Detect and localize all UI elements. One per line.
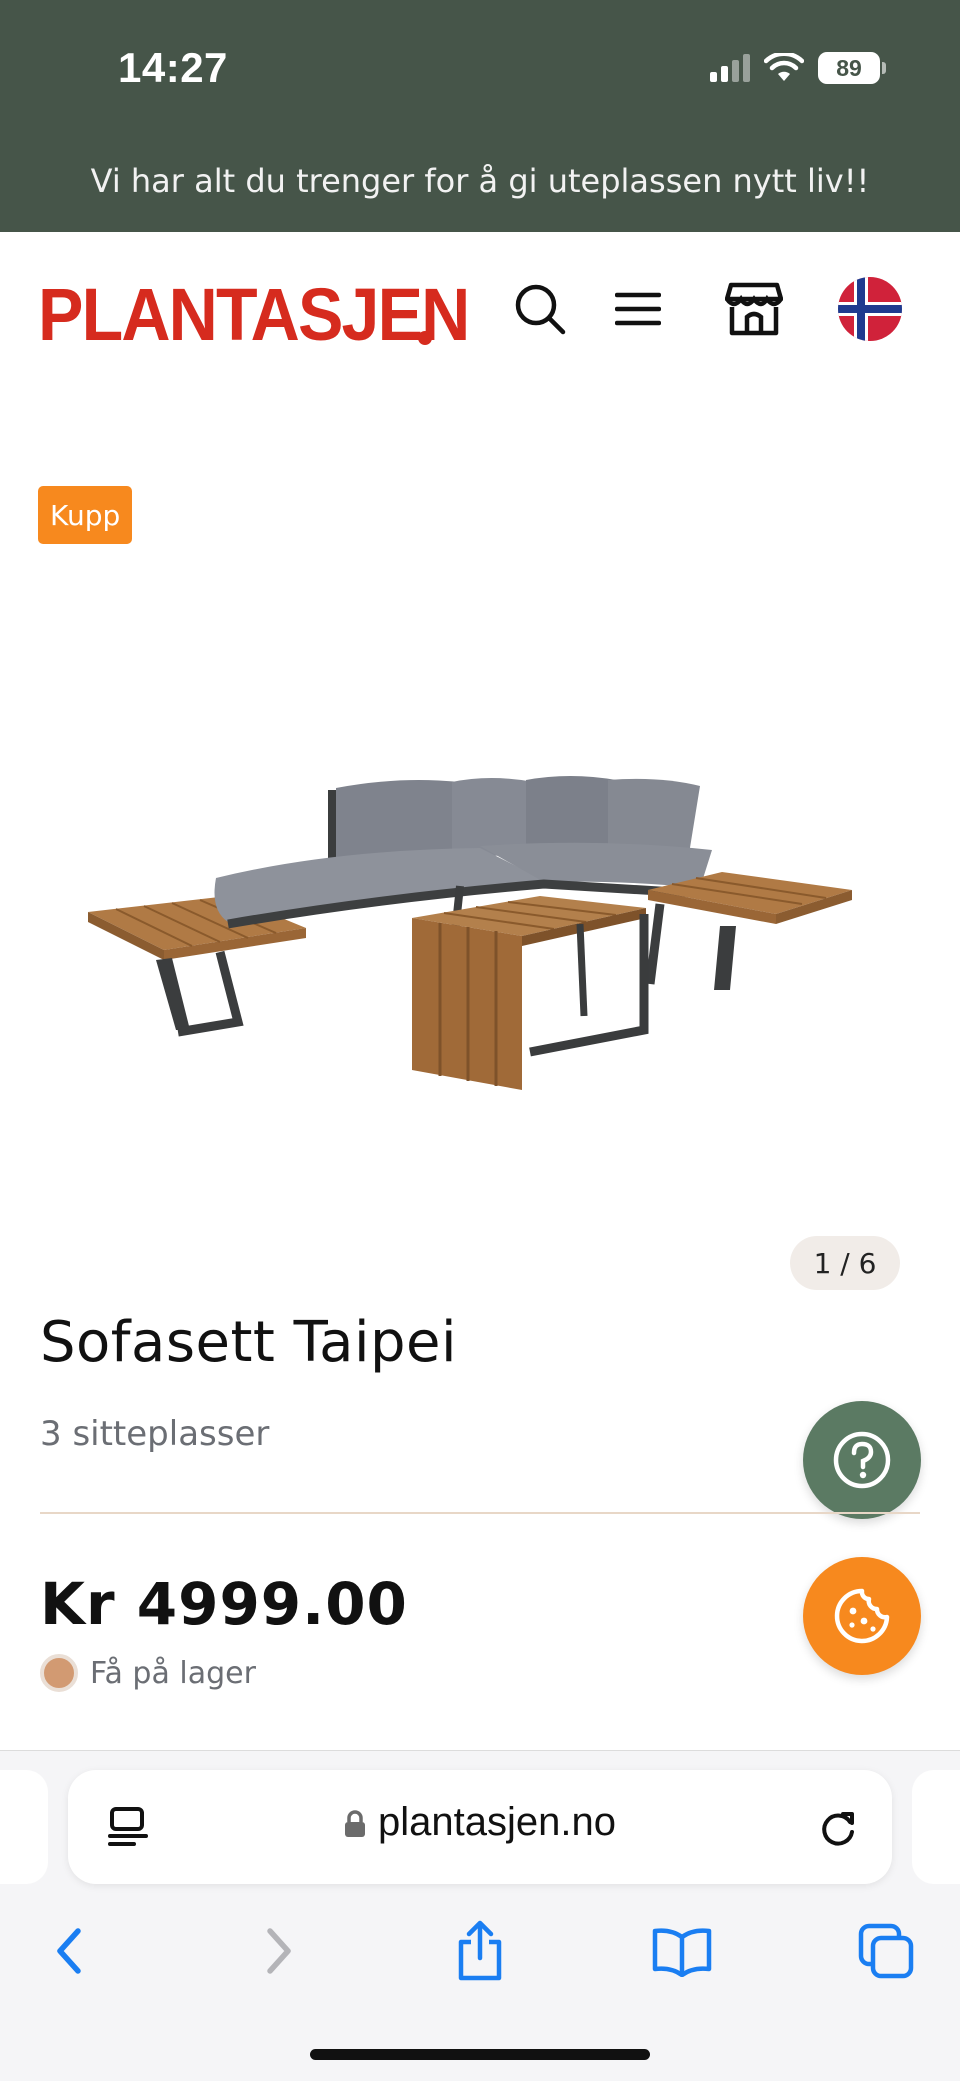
previous-tab-edge[interactable] [0,1770,48,1884]
registered-mark [418,331,432,345]
url-display[interactable]: plantasjen.no [68,1800,892,1845]
site-logo[interactable]: PLANTASJEN [38,272,470,357]
norway-flag-icon[interactable] [838,277,902,341]
browser-chrome: plantasjen.no [0,1750,960,2081]
cookie-settings-button[interactable] [803,1557,921,1675]
top-bar: 14:27 89 Vi har alt du trenger for å gi … [0,0,960,232]
back-icon [57,1928,81,1974]
lock-icon [345,1810,366,1838]
browser-toolbar [0,1901,960,2001]
forward-icon [267,1928,291,1974]
deal-badge: Kupp [38,486,133,544]
bookmarks-button[interactable] [642,1901,722,2001]
search-icon[interactable] [508,277,572,341]
bookmarks-icon [652,1928,712,1977]
home-indicator [310,2049,650,2060]
product-image[interactable] [60,700,860,1100]
status-icons: 89 [710,52,886,84]
address-bar[interactable]: plantasjen.no [68,1770,892,1884]
stock-label: Få på lager [90,1655,256,1691]
product-subtitle: 3 sitteplasser [40,1414,270,1454]
share-button[interactable] [440,1901,520,2001]
battery-icon: 89 [818,52,886,84]
url-text: plantasjen.no [378,1800,616,1844]
share-icon [458,1920,502,1981]
battery-level: 89 [836,54,862,81]
help-button[interactable] [803,1401,921,1519]
tabs-icon [858,1923,914,1979]
back-button[interactable] [30,1901,110,2001]
store-icon[interactable] [722,277,786,341]
menu-icon[interactable] [606,277,670,341]
tabs-button[interactable] [846,1901,926,2001]
stock-indicator-dot [40,1654,78,1692]
site-header: PLANTASJEN [0,232,960,392]
question-icon [833,1431,891,1489]
status-time: 14:27 [118,44,228,91]
cookie-icon [834,1588,890,1644]
divider [40,1512,920,1514]
forward-button[interactable] [238,1901,318,2001]
cellular-signal-icon [710,54,750,82]
page: 14:27 89 Vi har alt du trenger for å gi … [0,0,960,2081]
next-tab-edge[interactable] [912,1770,960,1884]
promo-banner[interactable]: Vi har alt du trenger for å gi uteplasse… [0,162,960,200]
wifi-icon [764,53,804,81]
product-title: Sofasett Taipei [40,1310,458,1375]
stock-status: Få på lager [40,1654,256,1692]
reload-icon[interactable] [816,1806,860,1850]
product-price: Kr 4999.00 [40,1570,408,1638]
image-pager: 1 / 6 [790,1236,900,1290]
